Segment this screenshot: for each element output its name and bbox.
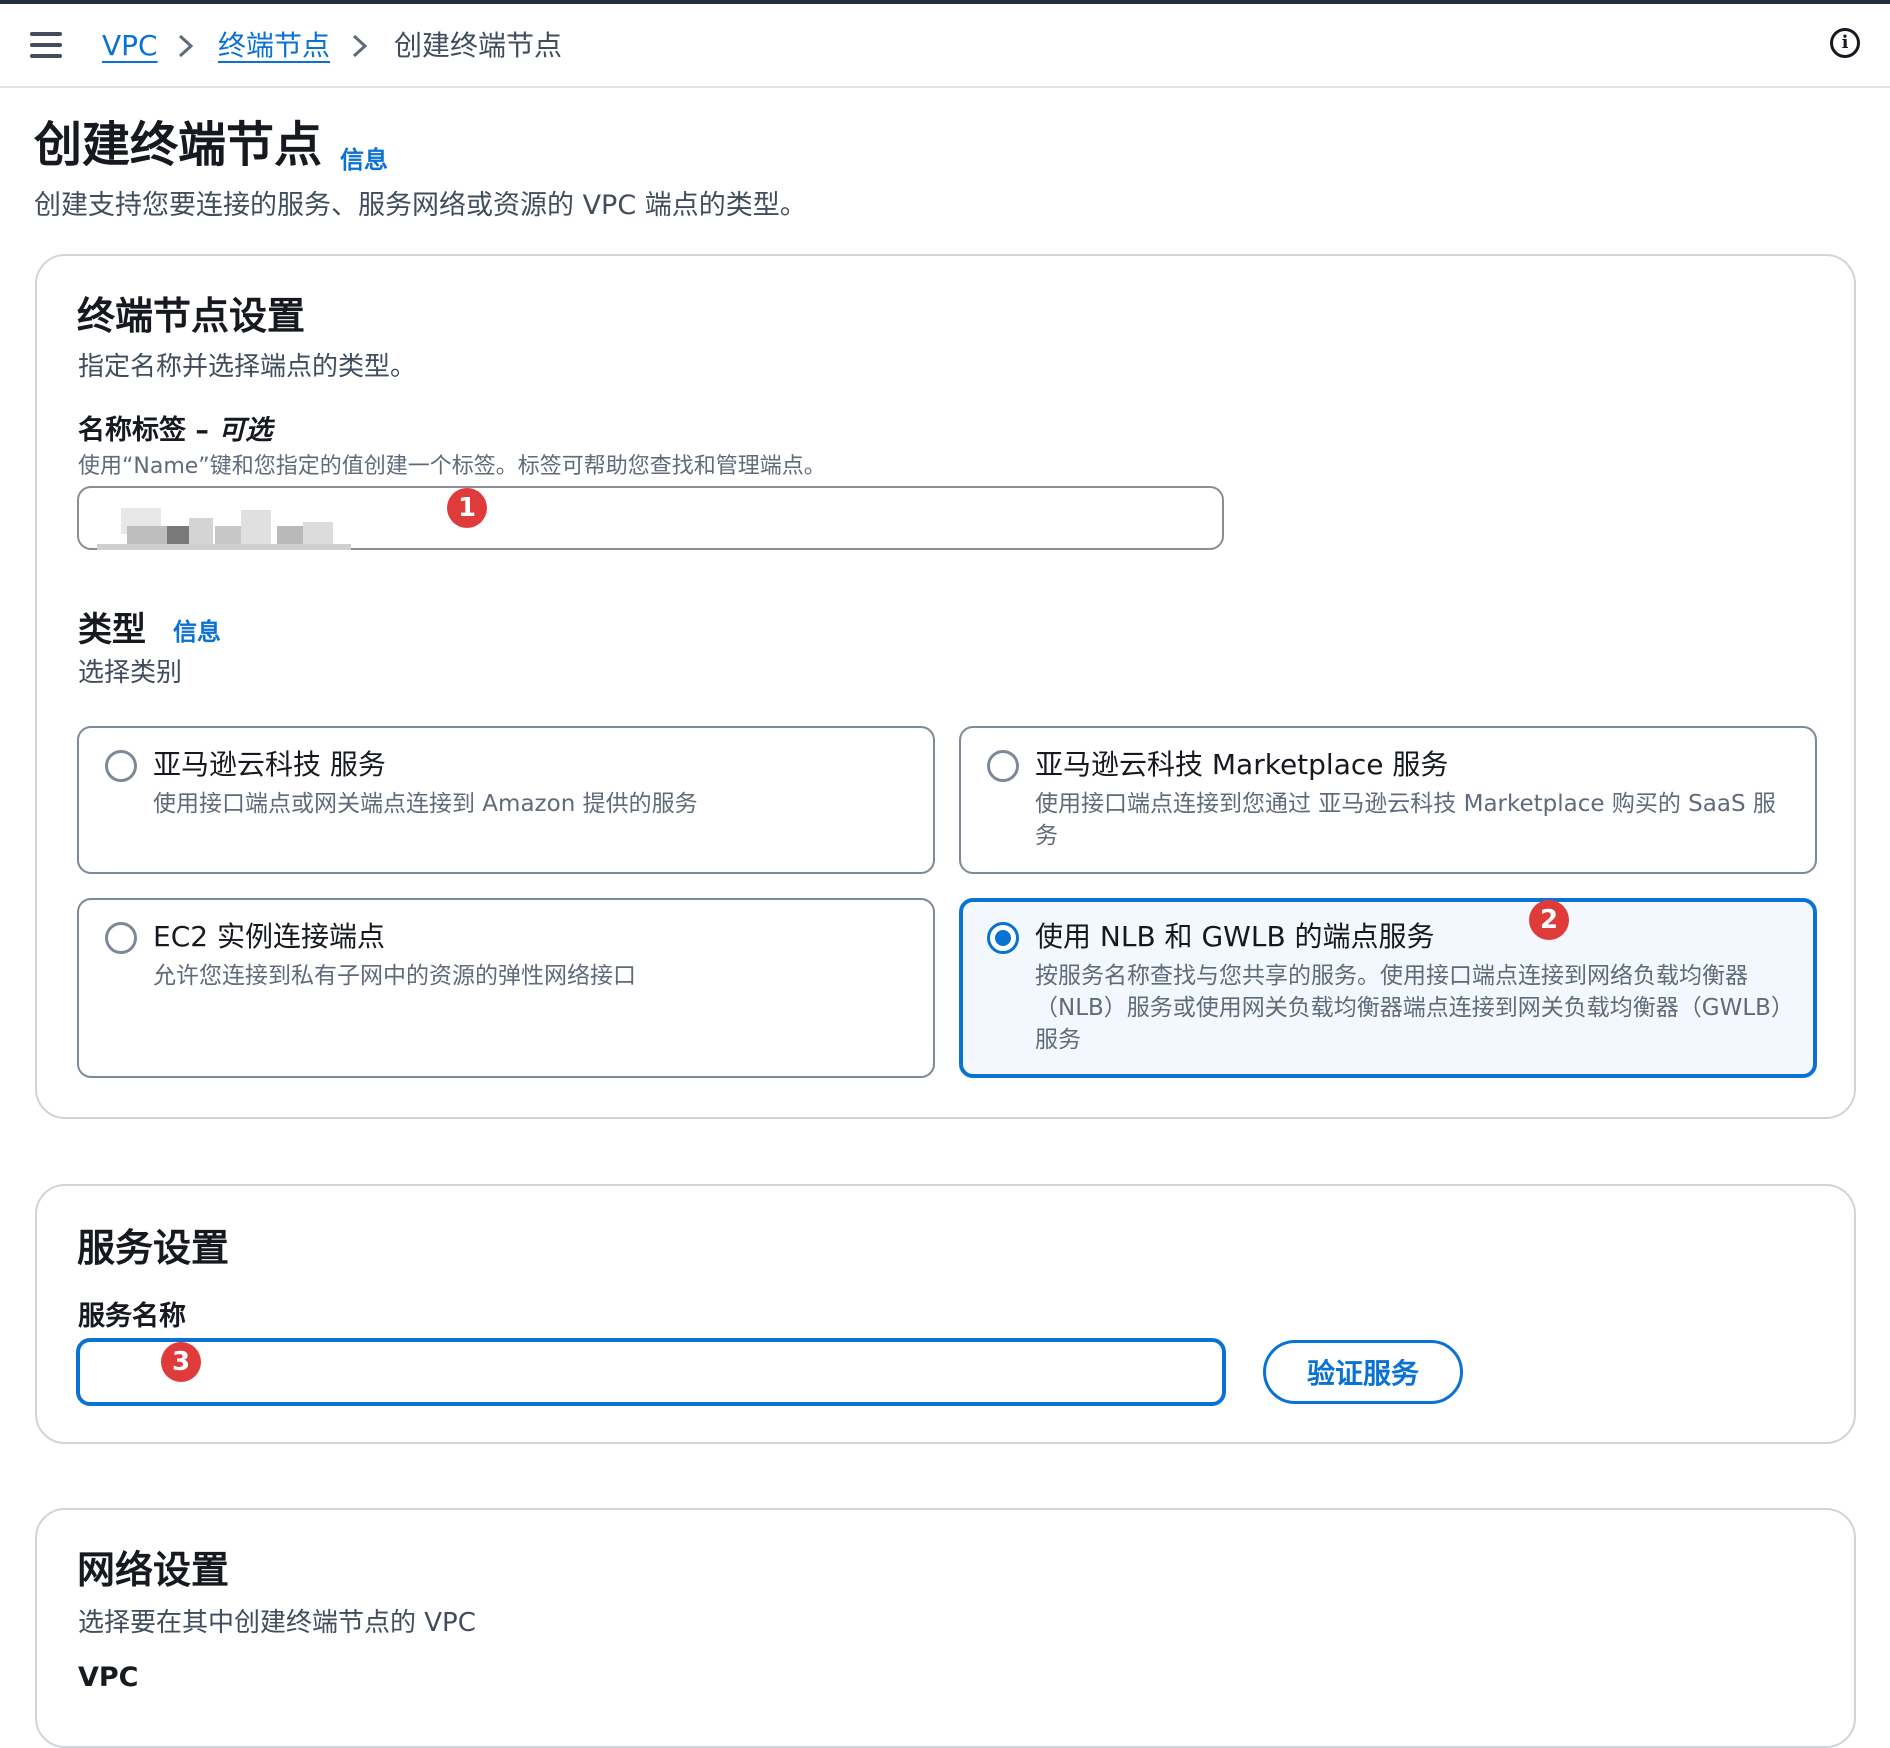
option-description: 允许您连接到私有子网中的资源的弹性网络接口 [153,963,636,989]
name-tag-input[interactable] [77,486,1224,550]
breadcrumb-current: 创建终端节点 [394,29,563,62]
page-title: 创建终端节点 [34,117,323,173]
chevron-right-icon [350,26,370,77]
service-settings-title: 服务设置 [77,1226,230,1270]
option-title: 使用 NLB 和 GWLB 的端点服务 [1035,920,1435,953]
type-option-aws-service[interactable]: 亚马逊云科技 服务 使用接口端点或网关端点连接到 Amazon 提供的服务 [77,726,935,874]
type-description: 选择类别 [78,658,183,688]
radio-button[interactable] [105,922,137,954]
info-link[interactable]: 信息 [340,140,388,175]
breadcrumb-vpc[interactable]: VPC [102,26,158,66]
hamburger-menu-icon[interactable] [30,32,62,58]
option-description: 使用接口端点连接到您通过 亚马逊云科技 Marketplace 购买的 SaaS… [1035,791,1776,849]
annotation-badge-3: 3 [161,1342,201,1382]
top-bar: VPC 终端节点 创建终端节点 i [0,4,1890,88]
name-tag-label: 名称标签 – 可选 [78,408,272,447]
type-option-marketplace[interactable]: 亚马逊云科技 Marketplace 服务 使用接口端点连接到您通过 亚马逊云科… [959,726,1817,874]
radio-button[interactable] [105,750,137,782]
option-description: 按服务名称查找与您共享的服务。使用接口端点连接到网络负载均衡器（NLB）服务或使… [1035,963,1794,1053]
endpoint-settings-panel: 终端节点设置 指定名称并选择端点的类型。 名称标签 – 可选 使用“Name”键… [35,254,1856,1119]
endpoint-settings-description: 指定名称并选择端点的类型。 [78,352,417,382]
network-settings-panel: 网络设置 选择要在其中创建终端节点的 VPC VPC [35,1508,1856,1748]
vpc-label: VPC [78,1662,139,1693]
option-title: 亚马逊云科技 Marketplace 服务 [1035,748,1449,781]
option-title: 亚马逊云科技 服务 [153,748,386,781]
type-info-link[interactable]: 信息 [173,612,221,647]
chevron-right-icon [176,26,196,77]
name-tag-label-text: 名称标签 – [78,415,219,446]
service-name-input[interactable] [76,1338,1226,1406]
option-description: 使用接口端点或网关端点连接到 Amazon 提供的服务 [153,791,698,817]
service-name-label: 服务名称 [78,1301,186,1332]
network-settings-title: 网络设置 [77,1548,230,1592]
redacted-value [97,496,351,550]
annotation-badge-1: 1 [447,488,487,528]
network-settings-description: 选择要在其中创建终端节点的 VPC [78,1608,476,1638]
option-title: EC2 实例连接端点 [153,920,385,953]
endpoint-settings-title: 终端节点设置 [77,294,306,338]
name-tag-hint: 使用“Name”键和您指定的值创建一个标签。标签可帮助您查找和管理端点。 [78,454,826,479]
radio-button-selected[interactable] [987,922,1019,954]
type-option-ec2-instance-connect[interactable]: EC2 实例连接端点 允许您连接到私有子网中的资源的弹性网络接口 [77,898,935,1078]
page-description: 创建支持您要连接的服务、服务网络或资源的 VPC 端点的类型。 [34,190,807,221]
breadcrumb-endpoints[interactable]: 终端节点 [218,26,330,66]
verify-service-button[interactable]: 验证服务 [1263,1340,1463,1404]
type-label: 类型 [78,610,146,650]
name-tag-optional: 可选 [218,415,273,446]
annotation-badge-2: 2 [1529,900,1569,940]
info-circle-icon[interactable]: i [1830,28,1860,58]
radio-button[interactable] [987,750,1019,782]
service-settings-panel: 服务设置 服务名称 3 验证服务 [35,1184,1856,1444]
type-option-nlb-gwlb[interactable]: 使用 NLB 和 GWLB 的端点服务 按服务名称查找与您共享的服务。使用接口端… [959,898,1817,1078]
